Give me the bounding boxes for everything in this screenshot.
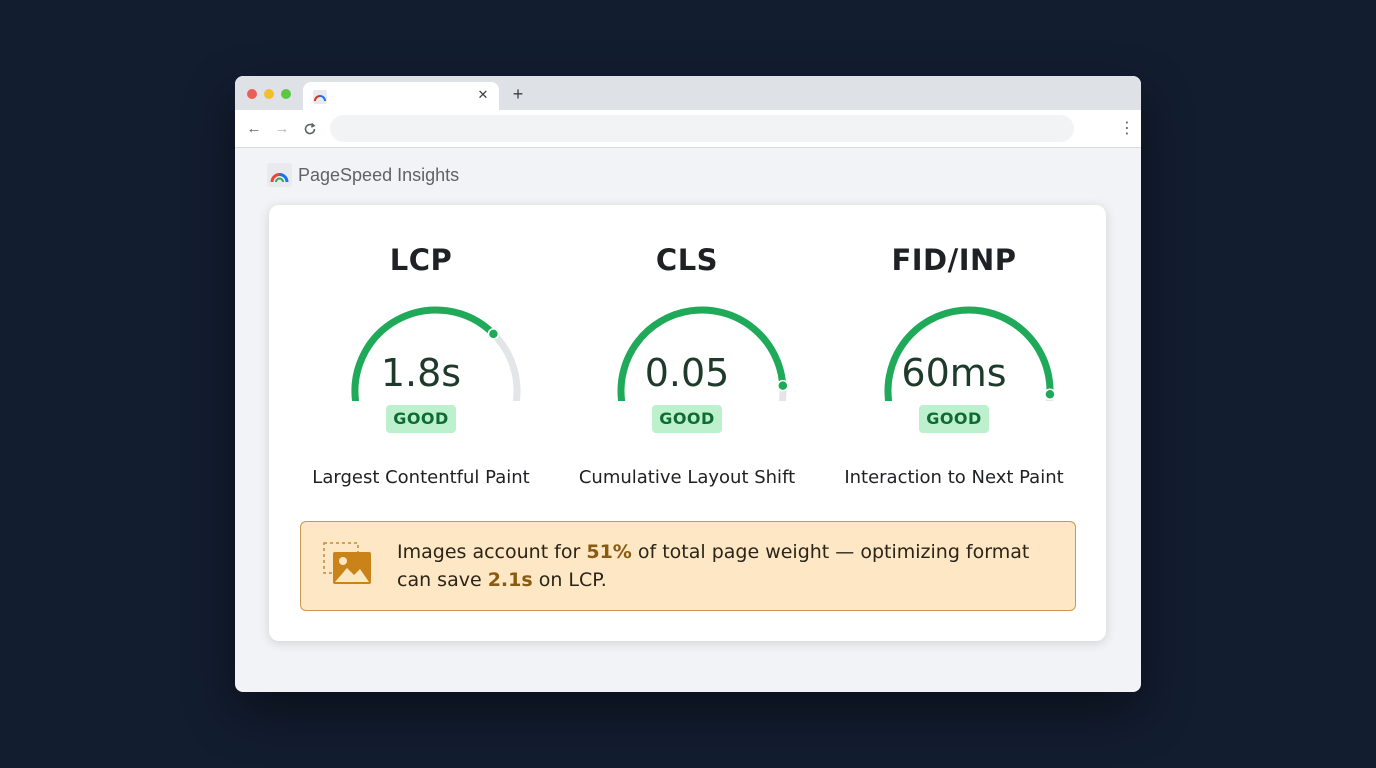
new-tab-plus-icon[interactable]: + xyxy=(509,85,527,103)
metric-abbr: FID/INP xyxy=(891,243,1017,277)
browser-window: ✕ + ← → ⋮ PageSpeed Insights LCP 1.8s GO… xyxy=(235,76,1141,692)
reload-icon[interactable] xyxy=(301,120,319,138)
alert-highlight-weight: 51% xyxy=(586,541,632,563)
alert-message: Images account for 51% of total page wei… xyxy=(397,541,1030,591)
minimize-window-button[interactable] xyxy=(264,89,274,99)
browser-tab[interactable]: ✕ xyxy=(303,82,499,110)
metric-lcp: LCP 1.8s GOOD Largest Contentful Paint xyxy=(291,205,551,495)
alert-highlight-savings: 2.1s xyxy=(487,569,533,591)
metrics-card: LCP 1.8s GOOD Largest Contentful Paint C… xyxy=(269,205,1106,641)
status-badge: GOOD xyxy=(386,405,456,433)
close-window-button[interactable] xyxy=(247,89,257,99)
optimization-alert: Images account for 51% of total page wei… xyxy=(300,521,1076,611)
maximize-window-button[interactable] xyxy=(281,89,291,99)
status-badge: GOOD xyxy=(919,405,989,433)
metric-name: Cumulative Layout Shift xyxy=(578,467,796,488)
metric-name: Interaction to Next Paint xyxy=(844,467,1064,488)
metric-value: 60ms xyxy=(901,351,1007,395)
metric-fid-inp: FID/INP 60ms GOOD Interaction to Next Pa… xyxy=(824,205,1084,495)
browser-toolbar: ← → ⋮ xyxy=(235,110,1141,148)
metric-name: Largest Contentful Paint xyxy=(312,467,530,488)
forward-arrow-icon[interactable]: → xyxy=(273,120,291,138)
metric-cls: CLS 0.05 GOOD Cumulative Layout Shift xyxy=(557,205,817,495)
image-icon xyxy=(323,542,371,584)
pagespeed-logo-icon xyxy=(267,163,292,187)
metric-value: 0.05 xyxy=(644,351,730,395)
tab-close-icon[interactable]: ✕ xyxy=(475,87,491,103)
metric-value: 1.8s xyxy=(380,351,462,395)
brand-name: PageSpeed Insights xyxy=(298,165,460,185)
status-badge: GOOD xyxy=(652,405,722,433)
more-menu-icon[interactable]: ⋮ xyxy=(1119,119,1135,139)
gauge-marker xyxy=(487,328,500,340)
pagespeed-favicon-icon xyxy=(313,90,327,104)
tab-strip: ✕ + xyxy=(235,76,1141,110)
metric-abbr: LCP xyxy=(389,243,453,277)
address-bar[interactable] xyxy=(330,115,1074,142)
back-arrow-icon[interactable]: ← xyxy=(245,120,263,138)
metric-abbr: CLS xyxy=(655,243,719,277)
